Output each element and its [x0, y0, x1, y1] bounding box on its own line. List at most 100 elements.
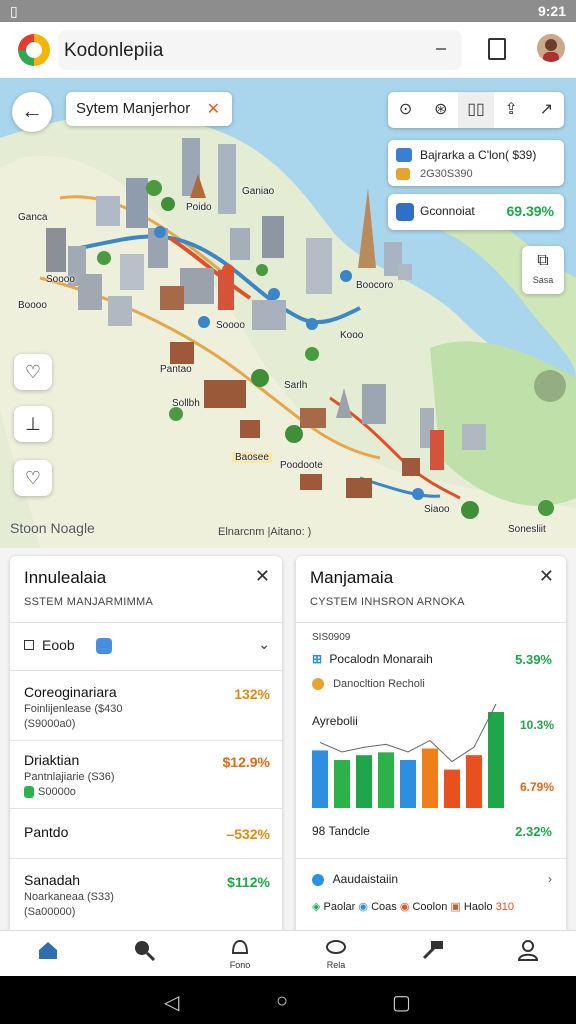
avatar[interactable] — [537, 34, 565, 62]
list-item[interactable]: Driaktian $12.9% Pantnlajiarie (S36) S00… — [24, 752, 270, 799]
chart-bar — [422, 748, 438, 808]
app-search-bar[interactable]: Kodonlepiia — [58, 30, 462, 70]
map-label: Soooo — [46, 274, 75, 285]
building-icon — [396, 148, 412, 162]
map-label: Poodoote — [280, 460, 323, 471]
tablet-icon[interactable] — [488, 38, 506, 60]
tag[interactable]: Haolo — [464, 901, 493, 913]
divider — [296, 622, 566, 623]
tag-icon: ▣ — [450, 901, 461, 913]
shield-icon: ◈ — [312, 901, 321, 913]
chart-value-mid: 6.79% — [519, 780, 554, 794]
chart-bar — [400, 760, 416, 808]
recents-square-icon[interactable]: ▢ — [392, 990, 411, 1015]
location-pin-icon[interactable]: ⊙ — [388, 92, 423, 128]
divider — [10, 622, 282, 623]
user-icon — [396, 203, 414, 221]
map-label: Siaoo — [424, 504, 450, 515]
metric-label: Tandcle — [328, 824, 370, 838]
chart-trend-line — [319, 704, 497, 763]
layers-button[interactable]: ⧉ Sasa — [522, 246, 564, 294]
nav-edit[interactable] — [384, 931, 480, 976]
app-logo-icon — [18, 34, 50, 66]
tag[interactable]: Paolar — [324, 901, 356, 913]
filter-label: Eoob — [42, 637, 75, 653]
stat-card[interactable]: Gconnoiat 69.39% — [388, 194, 564, 230]
metric-label: Pocalodn Monaraih — [329, 652, 433, 666]
ruler-icon: ⊥ — [25, 414, 41, 434]
metric-label: Aaudaistaiin — [332, 872, 399, 886]
right-panel: Manjamaia ✕ CYSTEM INHSRON ARNOKA SIS090… — [296, 556, 566, 936]
map-attribution: Stoon Noagle — [10, 520, 95, 536]
home-icon — [39, 942, 57, 959]
chart-bar — [488, 712, 504, 808]
item-sub: Noarkaneaa (S33) — [24, 891, 114, 903]
chat-icon — [326, 940, 346, 954]
heart-icon: ♡ — [24, 362, 42, 382]
filter-dropdown[interactable]: Eoob ⌄ — [24, 636, 270, 658]
poi-card[interactable]: Bajrarka a C'lon( $39) 2G30S390 — [388, 140, 564, 186]
metric-value: 2.32% — [515, 824, 552, 839]
panel-subtitle: SSTEM MANJARMIMMA — [24, 596, 154, 608]
shield-icon — [96, 638, 112, 654]
pen-icon — [422, 941, 443, 960]
panel-title: Manjamaia — [310, 568, 394, 587]
divider — [10, 808, 282, 809]
tag[interactable]: 310 — [496, 901, 514, 913]
nav-home[interactable] — [0, 931, 96, 976]
metric-row[interactable]: Danocltion Recholi — [312, 678, 552, 691]
metric-prefix: 98 — [312, 824, 326, 838]
item-value: $12.9% — [222, 754, 270, 770]
system-nav-bar: ◁ ○ ▢ — [0, 976, 576, 1024]
map-label: Soooo — [216, 320, 245, 331]
divider — [296, 858, 566, 859]
map-label: Kooo — [340, 330, 364, 341]
status-bar: ▯ 9:21 — [0, 0, 576, 22]
checkbox-icon[interactable] — [24, 640, 34, 650]
nav-rela[interactable]: Rela — [288, 931, 384, 976]
favorite-button[interactable]: ♡ — [14, 354, 52, 390]
section-label: SIS0909 — [312, 632, 351, 643]
saved-button[interactable]: ♡ — [14, 460, 52, 496]
divider — [10, 740, 282, 741]
search-menu-icon[interactable] — [436, 48, 446, 50]
nav-search[interactable] — [96, 931, 192, 976]
nav-fono[interactable]: Fono — [192, 931, 288, 976]
chart-bar — [312, 750, 328, 808]
close-icon[interactable]: ✕ — [539, 566, 554, 587]
map-label: Ganiao — [242, 186, 275, 197]
tag[interactable]: Coas — [371, 901, 397, 913]
map-label: Baosee — [232, 452, 272, 463]
tag[interactable]: Coolon — [412, 901, 447, 913]
close-icon[interactable]: ✕ — [207, 99, 220, 119]
map-label: Sonesliit — [508, 524, 546, 535]
chevron-down-icon[interactable]: ⌄ — [258, 636, 270, 653]
route-chip[interactable]: Sytem Manjerhor ✕ — [66, 92, 232, 126]
back-triangle-icon[interactable]: ◁ — [164, 990, 179, 1015]
chevron-right-icon[interactable]: › — [548, 872, 552, 886]
item-value: –532% — [226, 826, 270, 842]
poi-title: Bajrarka a C'lon( $39) — [420, 148, 537, 162]
status-time: 9:21 — [537, 3, 566, 19]
metric-row[interactable]: Aaudaistaiin › — [312, 872, 552, 886]
close-icon[interactable]: ✕ — [255, 566, 270, 587]
list-item[interactable]: Sanadah $112% Noarkaneaa (S33) (Sa00000) — [24, 872, 270, 918]
metric-row[interactable]: 98 Tandcle 2.32% — [312, 824, 552, 839]
chart-value-top: 10.3% — [519, 718, 554, 732]
nav-profile[interactable] — [480, 931, 576, 976]
metric-row[interactable]: ⊞ Pocalodn Monaraih 5.39% — [312, 652, 552, 667]
back-button[interactable]: ← — [12, 92, 52, 132]
nav-label: Fono — [229, 960, 251, 970]
list-item[interactable]: Pantdo –532% — [24, 824, 270, 842]
compass-icon[interactable]: ⊛ — [423, 92, 458, 128]
list-item[interactable]: Coreoginariara 132% Foinlijenlease ($430… — [24, 684, 270, 730]
map-label: Boooo — [18, 300, 47, 311]
home-circle-icon[interactable]: ○ — [276, 990, 288, 1013]
book-icon[interactable]: ▯▯ — [458, 92, 494, 128]
measure-button[interactable]: ⊥ — [14, 406, 52, 442]
layers-label: Sasa — [532, 275, 554, 285]
route-icon[interactable]: ↗ — [529, 92, 564, 128]
share-icon[interactable]: ⇪ — [494, 92, 529, 128]
stat-value: 69.39% — [506, 203, 554, 219]
item-sub: Foinlijenlease ($430 — [24, 703, 123, 715]
